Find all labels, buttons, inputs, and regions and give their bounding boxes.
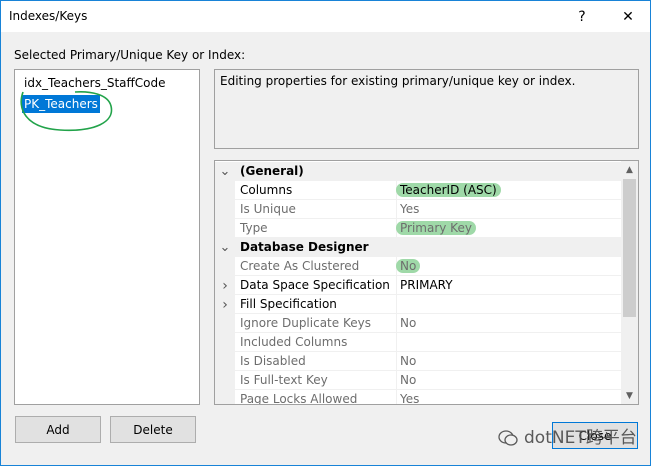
- property-name: Is Disabled: [240, 354, 306, 368]
- collapse-chevron-icon[interactable]: ⌄: [215, 238, 235, 257]
- close-icon: ✕: [622, 8, 634, 25]
- scroll-up-icon[interactable]: ▲: [621, 161, 638, 178]
- property-category[interactable]: ⌄ Database Designer: [215, 238, 622, 257]
- property-name: Is Full-text Key: [240, 373, 328, 387]
- property-grid[interactable]: ⌄ (General) Columns TeacherID (ASC) Is Uniqu…: [214, 160, 639, 405]
- property-row[interactable]: Is Full-text Key No: [215, 371, 622, 390]
- property-value[interactable]: Yes: [400, 202, 419, 216]
- close-window-button[interactable]: ✕: [606, 1, 650, 32]
- row-spacer: [215, 200, 235, 219]
- column-separator: [396, 200, 397, 219]
- property-row[interactable]: Ignore Duplicate Keys No: [215, 314, 622, 333]
- property-row[interactable]: Included Columns: [215, 333, 622, 352]
- property-value[interactable]: No: [400, 354, 416, 368]
- property-row[interactable]: Page Locks Allowed Yes: [215, 390, 622, 405]
- watermark-text: dotNET跨平台: [524, 428, 637, 448]
- property-row[interactable]: › Fill Specification: [215, 295, 622, 314]
- property-category[interactable]: ⌄ (General): [215, 162, 622, 181]
- column-separator: [396, 276, 397, 295]
- row-spacer: [215, 314, 235, 333]
- column-separator: [396, 314, 397, 333]
- row-spacer: [215, 352, 235, 371]
- property-value[interactable]: Primary Key: [396, 221, 476, 235]
- help-icon: ?: [578, 8, 586, 25]
- column-separator: [396, 371, 397, 390]
- property-name: Fill Specification: [240, 297, 337, 311]
- property-value[interactable]: PRIMARY: [400, 278, 453, 292]
- keys-list[interactable]: idx_Teachers_StaffCode PK_Teachers: [14, 69, 200, 405]
- property-name: Page Locks Allowed: [240, 392, 358, 405]
- window-title: Indexes/Keys: [9, 9, 88, 23]
- property-name: Ignore Duplicate Keys: [240, 316, 371, 330]
- row-spacer: [215, 333, 235, 352]
- property-value[interactable]: TeacherID (ASC): [396, 183, 501, 197]
- watermark: dotNET跨平台: [498, 423, 637, 448]
- delete-button[interactable]: Delete: [110, 416, 196, 443]
- property-value[interactable]: No: [396, 259, 421, 273]
- row-spacer: [215, 219, 235, 238]
- wechat-icon: [498, 430, 518, 446]
- selected-key-label: Selected Primary/Unique Key or Index:: [14, 48, 246, 62]
- property-value[interactable]: No: [400, 316, 416, 330]
- key-item-idx-teachers-staffcode[interactable]: idx_Teachers_StaffCode: [22, 74, 168, 92]
- expand-chevron-icon[interactable]: ›: [215, 295, 235, 314]
- category-label: (General): [240, 164, 304, 178]
- property-row[interactable]: Create As Clustered No: [215, 257, 622, 276]
- column-separator: [396, 295, 397, 314]
- indexes-keys-dialog: Indexes/Keys ? ✕ Selected Primary/Unique…: [0, 0, 651, 466]
- row-spacer: [215, 371, 235, 390]
- description-box: Editing properties for existing primary/…: [214, 69, 639, 149]
- row-spacer: [215, 181, 235, 200]
- property-row[interactable]: Is Unique Yes: [215, 200, 622, 219]
- property-name: Type: [240, 221, 268, 235]
- property-row[interactable]: Columns TeacherID (ASC): [215, 181, 622, 200]
- property-grid-scrollbar[interactable]: ▲ ▼: [621, 161, 638, 404]
- expand-chevron-icon[interactable]: ›: [215, 276, 235, 295]
- property-name: Included Columns: [240, 335, 348, 349]
- collapse-chevron-icon[interactable]: ⌄: [215, 162, 235, 181]
- column-separator: [396, 352, 397, 371]
- key-item-pk-teachers[interactable]: PK_Teachers: [22, 95, 100, 113]
- property-row[interactable]: Type Primary Key: [215, 219, 622, 238]
- scroll-down-icon[interactable]: ▼: [621, 387, 638, 404]
- title-bar: Indexes/Keys ? ✕: [1, 1, 650, 32]
- add-button[interactable]: Add: [15, 416, 101, 443]
- row-spacer: [215, 257, 235, 276]
- row-spacer: [215, 390, 235, 404]
- property-name: Columns: [240, 183, 293, 197]
- property-row[interactable]: › Data Space Specification PRIMARY: [215, 276, 622, 295]
- column-separator: [396, 390, 397, 404]
- property-value[interactable]: No: [400, 373, 416, 387]
- property-value[interactable]: Yes: [400, 392, 419, 404]
- property-name: Is Unique: [240, 202, 296, 216]
- property-name: Data Space Specification: [240, 278, 390, 292]
- help-button[interactable]: ?: [560, 1, 604, 32]
- scroll-thumb[interactable]: [623, 179, 636, 317]
- column-separator: [396, 333, 397, 352]
- category-label: Database Designer: [240, 240, 369, 254]
- property-row[interactable]: Is Disabled No: [215, 352, 622, 371]
- property-name: Create As Clustered: [240, 259, 360, 273]
